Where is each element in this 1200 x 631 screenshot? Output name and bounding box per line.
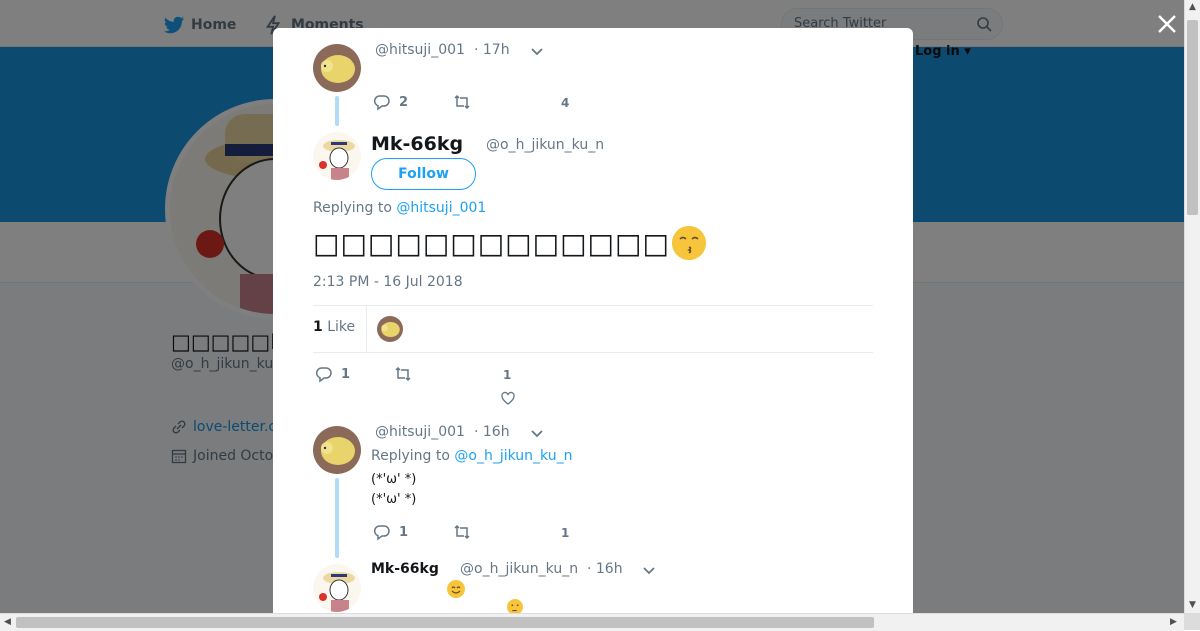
vertical-scroll-thumb[interactable] [1187,20,1198,215]
parent-retweet-button[interactable] [453,93,471,111]
scrollbar-corner [1184,613,1200,630]
main-tweet-text: □□□□□□□□□□□□□ [313,226,706,260]
reply1-replying-link[interactable]: @o_h_jikun_ku_n [454,448,572,464]
avatar-hitsuji[interactable] [313,44,361,92]
reply-icon [315,367,332,383]
likes-separator [366,306,367,352]
main-like-number: 1 [313,319,323,335]
reply1-time[interactable]: · 16h [474,424,510,440]
avatar-mk66kg[interactable] [313,564,361,612]
reply1-replying-to: Replying to @o_h_jikun_ku_n [371,448,572,464]
thread-line [335,96,339,126]
divider [313,305,873,306]
heart-icon[interactable] [500,390,516,406]
reply2-author-name[interactable]: Mk-66kg [371,561,439,577]
avatar-mk66kg[interactable] [313,132,361,180]
parent-reply-button[interactable]: 2 [373,93,408,111]
scroll-right-icon[interactable]: ▶ [1170,617,1177,627]
main-replying-prefix: Replying to [313,200,392,216]
scroll-up-icon[interactable]: ▲ [1189,2,1196,12]
main-replying-to: Replying to @hitsuji_001 [313,200,486,216]
main-tweet-body: □□□□□□□□□□□□□ [313,226,670,260]
follow-button[interactable]: Follow [371,158,476,190]
parent-handle[interactable]: @hitsuji_001 [375,42,465,58]
retweet-icon [454,524,470,540]
retweet-icon [454,94,470,110]
parent-like-count[interactable]: 4 [561,96,569,110]
main-like-label: Like [327,319,356,335]
reply1-retweet-button[interactable] [453,523,471,541]
main-timestamp[interactable]: 2:13 PM - 16 Jul 2018 [313,274,463,290]
tweet-modal: @hitsuji_001 · 17h 2 4 Mk-66kg @o_h_jiku… [273,28,913,613]
main-like-count: 1 [503,368,512,382]
close-icon[interactable] [1155,12,1179,36]
reply-icon [373,95,390,111]
main-reply-count: 1 [341,366,351,382]
reply1-reply-count: 1 [399,524,409,540]
reply-icon [373,525,390,541]
parent-reply-count: 2 [399,94,409,110]
thinking-face-emoji [507,599,523,613]
chevron-down-icon[interactable] [530,47,544,57]
chevron-down-icon[interactable] [642,566,656,576]
parent-time[interactable]: · 17h [474,42,510,58]
horizontal-scrollbar[interactable]: ◀ ▶ [0,613,1184,631]
reply2-time[interactable]: · 16h [587,561,623,577]
main-author-handle[interactable]: @o_h_jikun_ku_n [486,137,604,153]
reply1-replying-prefix: Replying to [371,448,450,464]
liker-avatar[interactable] [377,316,403,342]
main-replying-link[interactable]: @hitsuji_001 [396,200,486,216]
reply1-like-count[interactable]: 1 [561,526,569,540]
main-likes-summary[interactable]: 1 Like [313,319,355,335]
chevron-down-icon[interactable] [530,429,544,439]
horizontal-scroll-thumb[interactable] [16,617,874,628]
kissing-face-emoji [671,226,706,260]
main-reply-button[interactable]: 1 [315,365,350,383]
scroll-left-icon[interactable]: ◀ [4,617,11,627]
divider [313,352,873,353]
reply2-handle[interactable]: @o_h_jikun_ku_n [460,561,578,577]
thread-line [335,478,339,558]
reply1-text-line2: (*'ω' *) [371,492,417,507]
scroll-down-icon[interactable]: ▼ [1189,600,1196,610]
reply1-text-line1: (*'ω' *) [371,472,417,487]
avatar-hitsuji[interactable] [313,426,361,474]
smiling-face-emoji [447,580,465,598]
reply1-handle[interactable]: @hitsuji_001 [375,424,465,440]
reply1-reply-button[interactable]: 1 [373,523,408,541]
main-author-name[interactable]: Mk-66kg [371,133,463,155]
vertical-scrollbar[interactable]: ▲ ▼ [1184,0,1200,613]
retweet-icon [395,366,411,382]
main-retweet-button[interactable] [394,365,412,383]
